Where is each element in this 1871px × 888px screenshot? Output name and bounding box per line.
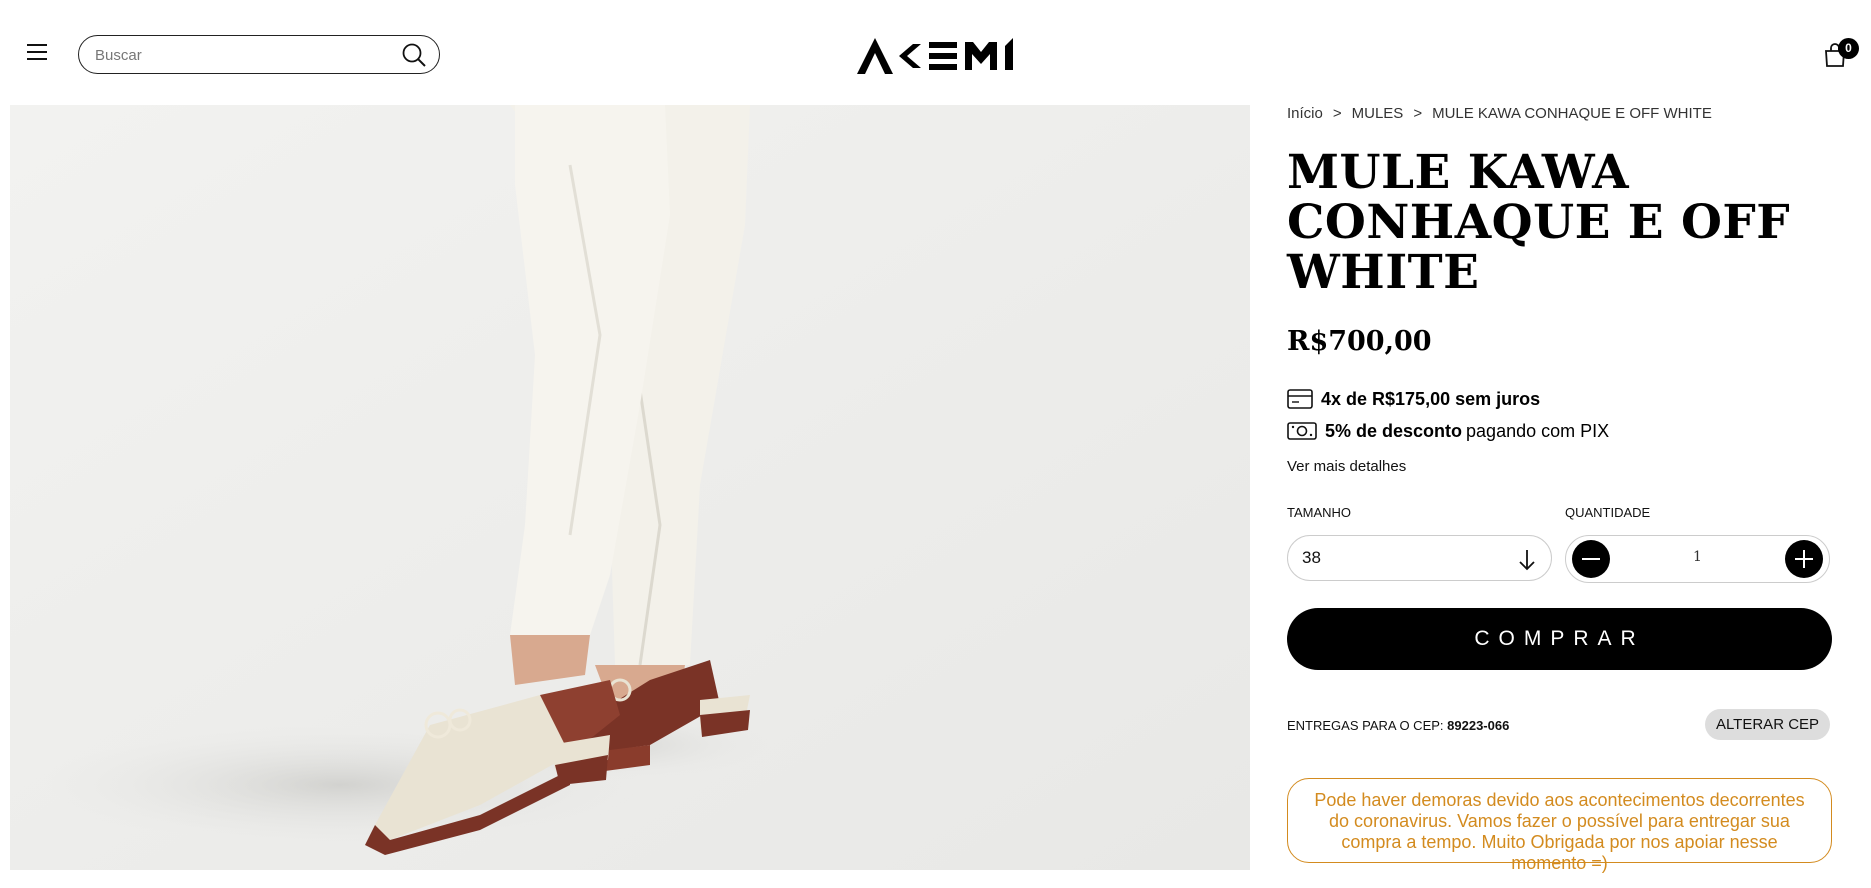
quantity-increase-button[interactable] xyxy=(1785,540,1823,578)
cash-icon xyxy=(1287,422,1317,441)
shipping-cep: ENTREGAS PARA O CEP: 89223-066 xyxy=(1287,718,1509,733)
hamburger-menu-icon[interactable] xyxy=(27,43,49,61)
akemi-logo[interactable] xyxy=(855,36,1015,76)
more-details-link[interactable]: Ver mais detalhes xyxy=(1287,458,1406,475)
cart-count-badge: 0 xyxy=(1838,38,1859,59)
installments-text: 4x de R$175,00 sem juros xyxy=(1321,388,1541,409)
product-price: R$700,00 xyxy=(1287,326,1432,357)
product-photo xyxy=(10,105,1250,870)
breadcrumb-home[interactable]: Início xyxy=(1287,105,1323,122)
breadcrumb-current: MULE KAWA CONHAQUE E OFF WHITE xyxy=(1432,105,1712,122)
pix-discount-bold: 5% de desconto xyxy=(1325,420,1463,441)
size-select[interactable]: 38 xyxy=(1287,535,1552,581)
pix-discount-info: 5% de desconto pagando com PIX xyxy=(1287,420,1609,448)
product-image[interactable] xyxy=(10,105,1250,870)
breadcrumb: Início > MULES > MULE KAWA CONHAQUE E OFF WH… xyxy=(1287,105,1712,122)
size-value: 38 xyxy=(1302,548,1321,567)
search-bar xyxy=(78,35,440,74)
product-title: MULE KAWA CONHAQUE E OFF WHITE xyxy=(1287,145,1791,300)
shipping-cep-value: 89223-066 xyxy=(1447,718,1510,733)
shipping-label: ENTREGAS PARA O CEP: xyxy=(1287,718,1444,733)
installments-info: 4x de R$175,00 sem juros xyxy=(1287,388,1540,416)
breadcrumb-separator: > xyxy=(1413,105,1423,122)
change-cep-button[interactable]: ALTERAR CEP xyxy=(1705,709,1830,740)
credit-card-icon xyxy=(1287,389,1313,410)
arrow-down-icon xyxy=(1519,550,1535,571)
breadcrumb-separator: > xyxy=(1332,105,1342,122)
buy-button[interactable]: COMPRAR xyxy=(1287,608,1832,670)
size-label: TAMANHO xyxy=(1287,505,1352,520)
breadcrumb-mules[interactable]: MULES xyxy=(1352,105,1404,122)
delivery-delay-notice: Pode haver demoras devido aos acontecime… xyxy=(1287,778,1832,873)
pix-discount-rest: pagando com PIX xyxy=(1466,420,1610,441)
search-input[interactable] xyxy=(95,44,385,66)
quantity-label: QUANTIDADE xyxy=(1565,505,1651,520)
search-icon[interactable] xyxy=(401,42,427,68)
notice-text: Pode haver demoras devido aos acontecime… xyxy=(1314,790,1805,873)
quantity-stepper: 1 xyxy=(1565,535,1830,583)
plus-icon-vertical xyxy=(1803,550,1805,568)
site-header: 0 xyxy=(0,0,1871,105)
